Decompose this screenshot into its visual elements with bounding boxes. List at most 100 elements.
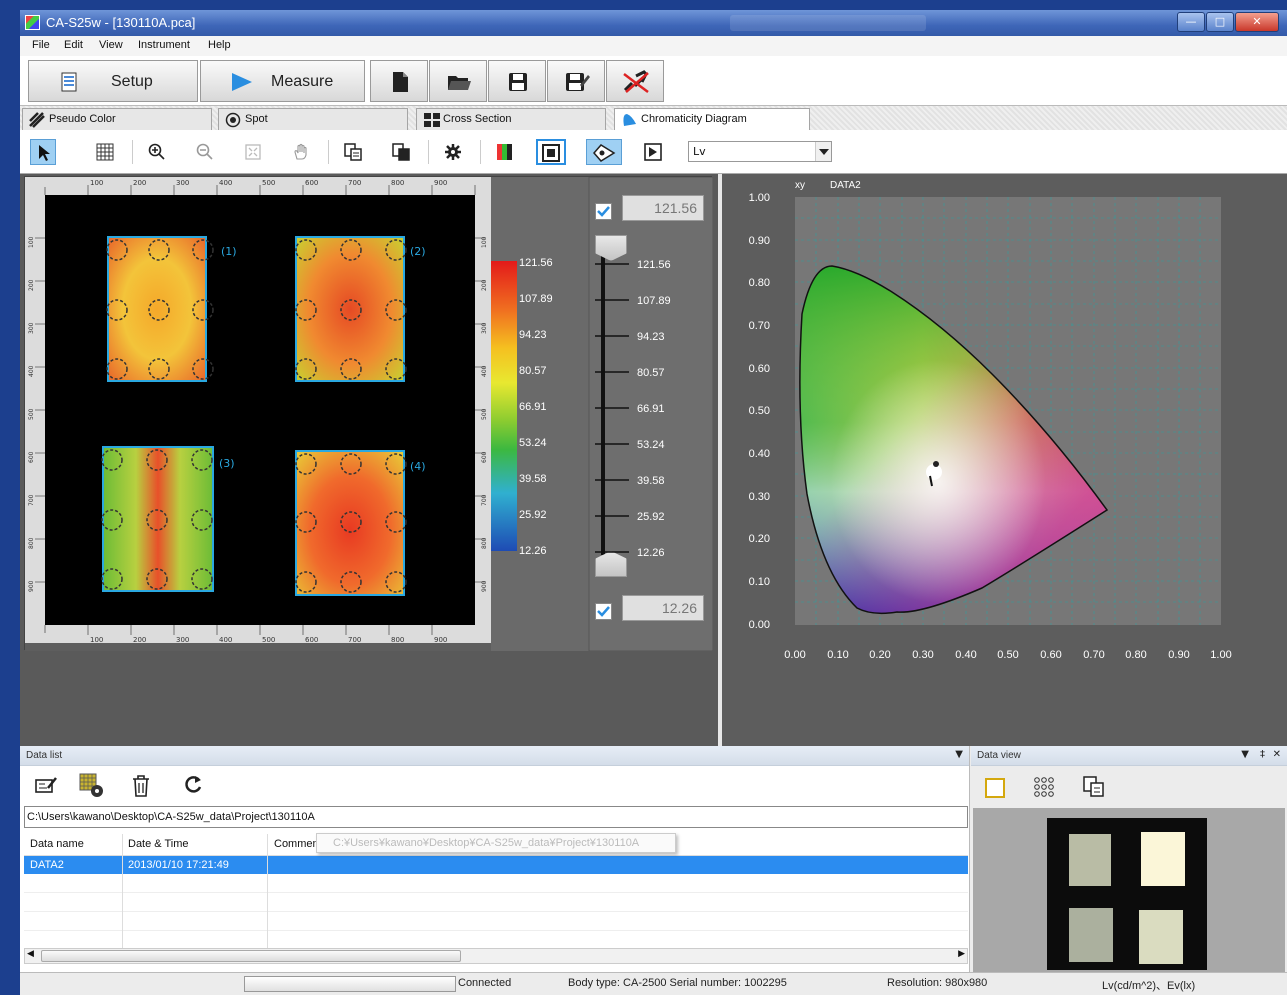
color-scale-tool[interactable] [492, 139, 518, 165]
horizontal-scrollbar[interactable]: ◀ ▶ [24, 948, 968, 964]
slider-value-7: 39.58 [637, 475, 665, 487]
edit-comment-button[interactable] [34, 774, 60, 800]
menu-instrument[interactable]: Instrument [138, 39, 190, 51]
x-tick-0.30: 0.30 [912, 649, 933, 661]
tab-chromaticity-diagram[interactable]: Chromaticity Diagram [614, 108, 810, 130]
export-tool[interactable] [640, 139, 666, 165]
x-tick-1.00: 1.00 [1210, 649, 1231, 661]
upper-limit-checkbox[interactable] [595, 203, 612, 220]
slider-scale: 121.56 107.89 94.23 80.57 66.91 53.24 39… [595, 259, 671, 559]
ruler-yr-900: 900 [481, 580, 488, 592]
minimize-button[interactable]: — [1177, 12, 1205, 32]
lower-limit-field[interactable]: 12.26 [622, 595, 704, 621]
menu-edit[interactable]: Edit [64, 39, 83, 51]
column-comment[interactable]: Comment [274, 838, 322, 850]
y-tick-0.30: 0.30 [749, 491, 770, 503]
ruler-x-200: 200 [133, 179, 146, 187]
image-toolbar: Lv [20, 130, 1287, 174]
refresh-button[interactable] [182, 774, 206, 800]
panel-menu-icon[interactable]: ▼ [1241, 749, 1249, 760]
data-settings-button[interactable] [78, 772, 106, 800]
tab-cross-section[interactable]: Cross Section [416, 108, 606, 130]
save-button[interactable] [488, 60, 546, 102]
settings-tool[interactable] [440, 139, 466, 165]
view-single-button[interactable] [985, 778, 1005, 798]
region-2-label: (2) [410, 245, 426, 258]
image-panel: 100 200 300 400 500 600 700 800 900 100 … [24, 176, 714, 652]
scroll-left-icon[interactable]: ◀ [27, 949, 34, 959]
ruler-y-900: 900 [28, 580, 35, 592]
edit-icon [35, 777, 57, 793]
pin-icon[interactable]: ‡ [1260, 749, 1265, 760]
chevron-down-icon[interactable] [815, 142, 831, 161]
column-data-name[interactable]: Data name [30, 838, 84, 850]
view-grid-button[interactable] [1033, 776, 1055, 798]
grid-tool[interactable] [92, 139, 118, 165]
pointer-tool[interactable] [30, 139, 56, 165]
y-tick-1.00: 1.00 [749, 192, 770, 204]
scroll-right-icon[interactable]: ▶ [958, 949, 965, 959]
x-tick-0.90: 0.90 [1168, 649, 1189, 661]
ruler-xb-300: 300 [176, 636, 189, 644]
delete-data-button[interactable] [130, 774, 154, 800]
data-list-panel: Data list ▼ C:\Users\kawano\Desktop\CA-S… [20, 746, 970, 972]
frame-tool[interactable] [536, 139, 566, 165]
lower-limit-checkbox[interactable] [595, 603, 612, 620]
table-row[interactable]: DATA2 2013/01/10 17:21:49 [24, 856, 968, 874]
paste-tool[interactable] [388, 139, 414, 165]
slider-value-1: 121.56 [637, 259, 671, 271]
column-date-time[interactable]: Date & Time [128, 838, 189, 850]
row-data-name: DATA2 [30, 859, 64, 871]
tab-spot[interactable]: Spot [218, 108, 408, 130]
x-tick-0.20: 0.20 [869, 649, 890, 661]
view-tabs: Pseudo Color Spot Cross Section Chromati… [20, 106, 1287, 130]
disconnect-button[interactable] [606, 60, 664, 102]
y-tick-0.10: 0.10 [749, 576, 770, 588]
maximize-button[interactable]: □ [1206, 12, 1234, 32]
chromaticity-tool[interactable] [586, 139, 622, 165]
zoom-out-icon [196, 143, 213, 160]
color-legend-bar [491, 261, 517, 551]
zoom-out-tool[interactable] [192, 139, 218, 165]
chromaticity-cursor-icon [593, 144, 616, 162]
chromaticity-icon [623, 114, 636, 126]
ruler-x-900: 900 [434, 179, 447, 187]
new-file-button[interactable] [370, 60, 428, 102]
ruler-xb-500: 500 [262, 636, 275, 644]
menu-help[interactable]: Help [208, 39, 231, 51]
fit-tool[interactable] [240, 139, 266, 165]
ruler-y-500: 500 [28, 408, 35, 420]
data-path-field[interactable]: C:\Users\kawano\Desktop\CA-S25w_data\Pro… [24, 806, 968, 828]
menu-view[interactable]: View [99, 39, 123, 51]
copy-view-button[interactable] [1083, 776, 1105, 798]
tab-pseudo-color[interactable]: Pseudo Color [22, 108, 212, 130]
menu-file[interactable]: File [32, 39, 50, 51]
close-button[interactable]: ✕ [1235, 12, 1279, 32]
cross-section-icon [424, 113, 440, 127]
ruler-x-300: 300 [176, 179, 189, 187]
ruler-xb-600: 600 [305, 636, 318, 644]
legend-value-2: 107.89 [519, 293, 553, 305]
dots-grid-icon [1034, 777, 1054, 797]
display-select[interactable]: Lv [688, 141, 832, 162]
save-as-button[interactable] [547, 60, 605, 102]
upper-limit-field[interactable]: 121.56 [622, 195, 704, 221]
setup-button[interactable]: Setup [28, 60, 198, 102]
scrollbar-thumb[interactable] [41, 950, 461, 962]
diagram-data-label: DATA2 [830, 180, 861, 191]
hand-icon [294, 143, 307, 160]
panel-menu-icon[interactable]: ▼ [955, 749, 963, 760]
legend-value-5: 66.91 [519, 401, 547, 413]
pan-tool[interactable] [288, 139, 314, 165]
status-bar: Connected Body type: CA-2500 Serial numb… [20, 972, 1287, 995]
measure-button[interactable]: Measure [200, 60, 365, 102]
menu-bar: File Edit View Instrument Help [20, 36, 1287, 56]
diagram-axis-label: xy [795, 180, 805, 191]
thumbnail-image[interactable] [1047, 818, 1207, 970]
close-icon[interactable]: ✕ [1273, 749, 1281, 760]
copy-tool[interactable] [340, 139, 366, 165]
zoom-in-tool[interactable] [144, 139, 170, 165]
region-3-label: (3) [219, 457, 235, 470]
open-file-button[interactable] [429, 60, 487, 102]
data-view-titlebar: Data view ▼ ‡ ✕ [971, 746, 1287, 766]
